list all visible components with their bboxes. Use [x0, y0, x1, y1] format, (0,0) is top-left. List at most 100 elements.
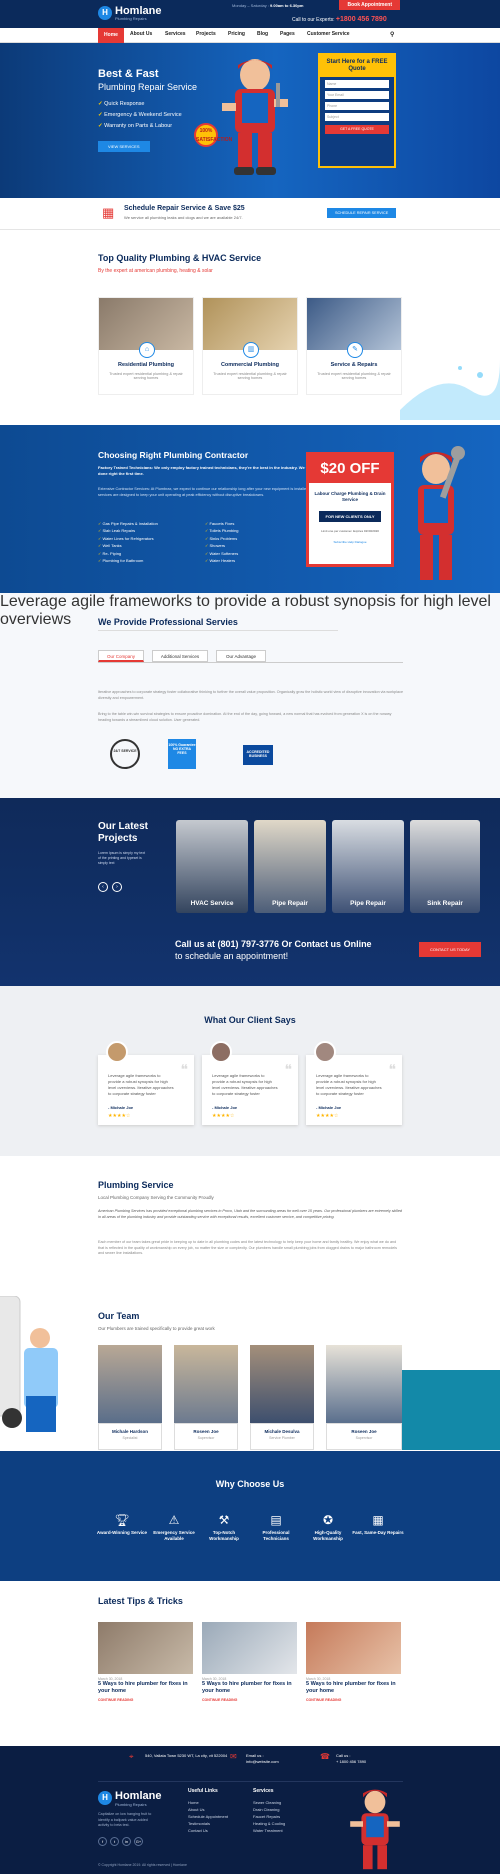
- team-sub: Our Plumbers are trained specifically to…: [98, 1326, 215, 1331]
- blog-title[interactable]: 5 Ways to hire plumber for fixes in your…: [98, 1681, 193, 1695]
- continue-reading-link[interactable]: CONTINUE READING: [306, 1698, 401, 1702]
- team-photo: [326, 1345, 402, 1423]
- footer-about: Capitalize on low hanging fruit to ident…: [98, 1812, 152, 1827]
- service-card[interactable]: ▥ Commercial Plumbing Trusted expert res…: [202, 297, 298, 395]
- book-appointment-button[interactable]: Book Appointment: [339, 0, 400, 10]
- toolbox-icon: ⚒: [218, 1513, 230, 1527]
- discount-coupon[interactable]: $20 OFF Labour Charge Plumbing & Drain S…: [306, 452, 394, 567]
- tab-additional-services[interactable]: Additional Services: [152, 650, 208, 662]
- footer-link[interactable]: Faucet Repairs: [253, 1813, 285, 1820]
- team-member[interactable]: Michale Hardson Specialist: [98, 1345, 162, 1450]
- nav-pages[interactable]: Pages: [280, 31, 295, 37]
- logo-icon[interactable]: H: [98, 6, 112, 20]
- blog-card[interactable]: March 30, 2018 5 Ways to hire plumber fo…: [98, 1622, 193, 1712]
- emergency-icon: ⚠: [168, 1513, 180, 1527]
- footer-link[interactable]: Testimonials: [188, 1820, 228, 1827]
- get-quote-button[interactable]: GET A FREE QUOTE: [325, 125, 389, 134]
- services-list-left: Gas Pipe Repairs & Installation Slab Lea…: [98, 520, 157, 564]
- nav-home[interactable]: Home: [98, 28, 124, 43]
- email-link[interactable]: info@website.com: [246, 1759, 279, 1765]
- building-icon: ▥: [243, 342, 259, 358]
- service-desc: Trusted expert residential plumbing & re…: [213, 372, 287, 380]
- footer-logo[interactable]: Homlane: [115, 1790, 161, 1802]
- email-input[interactable]: Your Email: [325, 91, 389, 99]
- schedule-repair-button[interactable]: SCHEDULE REPAIR SERVICE: [327, 208, 397, 218]
- discount-links[interactable]: Subscribe Help Dialogue: [309, 540, 391, 544]
- blog-title[interactable]: 5 Ways to hire plumber for fixes in your…: [202, 1681, 297, 1695]
- services-sub: By the expert at american plumbing, heat…: [98, 268, 213, 274]
- list-item: Toilets Plumbing: [205, 527, 238, 534]
- nav-projects[interactable]: Projects: [196, 31, 216, 37]
- phone-input[interactable]: Phone: [325, 102, 389, 110]
- prev-arrow-icon[interactable]: ‹: [98, 882, 108, 892]
- tab-our-advantage[interactable]: Our Advantage: [216, 650, 266, 662]
- calendar-icon: ▦: [372, 1513, 384, 1527]
- testimonial-name: - Michale Joe: [212, 1105, 238, 1110]
- project-card[interactable]: Sink Repair: [410, 820, 480, 913]
- footer-link[interactable]: Contact Us: [188, 1827, 228, 1834]
- nav-blog[interactable]: Blog: [257, 31, 268, 37]
- avatar: [106, 1041, 128, 1063]
- footer-link[interactable]: Heating & Cooling: [253, 1820, 285, 1827]
- projects-desc: Lorem Ipsum is simply my text of the pri…: [98, 851, 146, 865]
- team-member[interactable]: Roseen Joe Supervisor: [326, 1345, 402, 1450]
- twitter-icon[interactable]: t: [110, 1837, 119, 1846]
- professional-lead: Leverage agile frameworks to provide a r…: [0, 593, 491, 628]
- footer-link[interactable]: About Us: [188, 1806, 228, 1813]
- call-number[interactable]: +1800 456 7890: [336, 16, 387, 23]
- team-photo: [250, 1345, 314, 1423]
- tab-our-company[interactable]: Our Company: [98, 650, 144, 662]
- footer-link[interactable]: Drain Cleaning: [253, 1806, 285, 1813]
- blog-card[interactable]: March 30, 2018 5 Ways to hire plumber fo…: [202, 1622, 297, 1712]
- nav-customer-service[interactable]: Customer Service: [307, 31, 350, 37]
- phone-link[interactable]: + 1800 456 7890: [336, 1759, 366, 1765]
- facebook-icon[interactable]: f: [98, 1837, 107, 1846]
- rating-stars: ★★★★☆: [316, 1113, 339, 1119]
- team-member[interactable]: Roseen Joe Supervisor: [174, 1345, 238, 1450]
- satisfaction-seal: 100% SATISFACTION: [194, 123, 232, 147]
- list-item: Water Softeners: [205, 550, 239, 557]
- nav-pricing[interactable]: Pricing: [228, 31, 245, 37]
- testimonial-text: Leverage agile frameworks to provide a r…: [316, 1073, 382, 1096]
- list-item: Showers: [205, 542, 239, 549]
- testimonial-name: - Michale Joe: [108, 1105, 134, 1110]
- footer-link[interactable]: Home: [188, 1799, 228, 1806]
- project-card[interactable]: Pipe Repair: [254, 820, 326, 913]
- project-card[interactable]: Pipe Repair: [332, 820, 404, 913]
- blog-title[interactable]: 5 Ways to hire plumber for fixes in your…: [306, 1681, 401, 1695]
- continue-reading-link[interactable]: CONTINUE READING: [202, 1698, 297, 1702]
- footer-link[interactable]: Water Treatment: [253, 1827, 285, 1834]
- team-member[interactable]: Michale Desulva Service Plumber: [250, 1345, 314, 1450]
- contractor-section: Choosing Right Plumbing Contractor Facto…: [0, 425, 500, 593]
- name-input[interactable]: Name: [325, 80, 389, 88]
- nav-about[interactable]: About Us: [130, 31, 152, 37]
- project-label: HVAC Service: [190, 900, 234, 907]
- team-name: Roseen Joe Supervisor: [174, 1423, 238, 1450]
- footer-logo-icon[interactable]: H: [98, 1791, 112, 1805]
- service-card[interactable]: ✎ Service & Repairs Trusted expert resid…: [306, 297, 402, 395]
- why-item: ✪ High-Quality Workmanship: [302, 1513, 354, 1542]
- view-services-button[interactable]: VIEW SERVICES: [98, 141, 150, 152]
- blog-image: [306, 1622, 401, 1674]
- footer-link[interactable]: Sewer Cleaning: [253, 1799, 285, 1806]
- why-title: Why Choose Us: [215, 1479, 285, 1489]
- google-plus-icon[interactable]: G+: [134, 1837, 143, 1846]
- nav-services[interactable]: Services: [165, 31, 186, 37]
- project-card[interactable]: HVAC Service: [176, 820, 248, 913]
- linkedin-icon[interactable]: in: [122, 1837, 131, 1846]
- next-arrow-icon[interactable]: ›: [112, 882, 122, 892]
- discount-note: Limit one per customer. Expires 02/30/20…: [321, 529, 379, 533]
- contact-us-button[interactable]: CONTACT US TODAY: [419, 942, 482, 957]
- search-icon[interactable]: ⚲: [390, 31, 394, 38]
- quote-title: Start Here for a FREE Quote: [320, 55, 394, 77]
- services-links-title: Services: [253, 1788, 274, 1794]
- call-experts: Call to our Experts: +1800 456 7890: [292, 16, 387, 23]
- continue-reading-link[interactable]: CONTINUE READING: [98, 1698, 193, 1702]
- tips-title: Latest Tips & Tricks: [98, 1596, 183, 1606]
- contractor-p2: Extensive Contractor Services: At Plumbr…: [98, 487, 332, 497]
- subject-input[interactable]: Subject: [325, 113, 389, 121]
- service-card[interactable]: ⌂ Residential Plumbing Trusted expert re…: [98, 297, 194, 395]
- wrench-icon: ✎: [347, 342, 363, 358]
- footer-link[interactable]: Schedule Appointment: [188, 1813, 228, 1820]
- blog-card[interactable]: March 30, 2018 5 Ways to hire plumber fo…: [306, 1622, 401, 1712]
